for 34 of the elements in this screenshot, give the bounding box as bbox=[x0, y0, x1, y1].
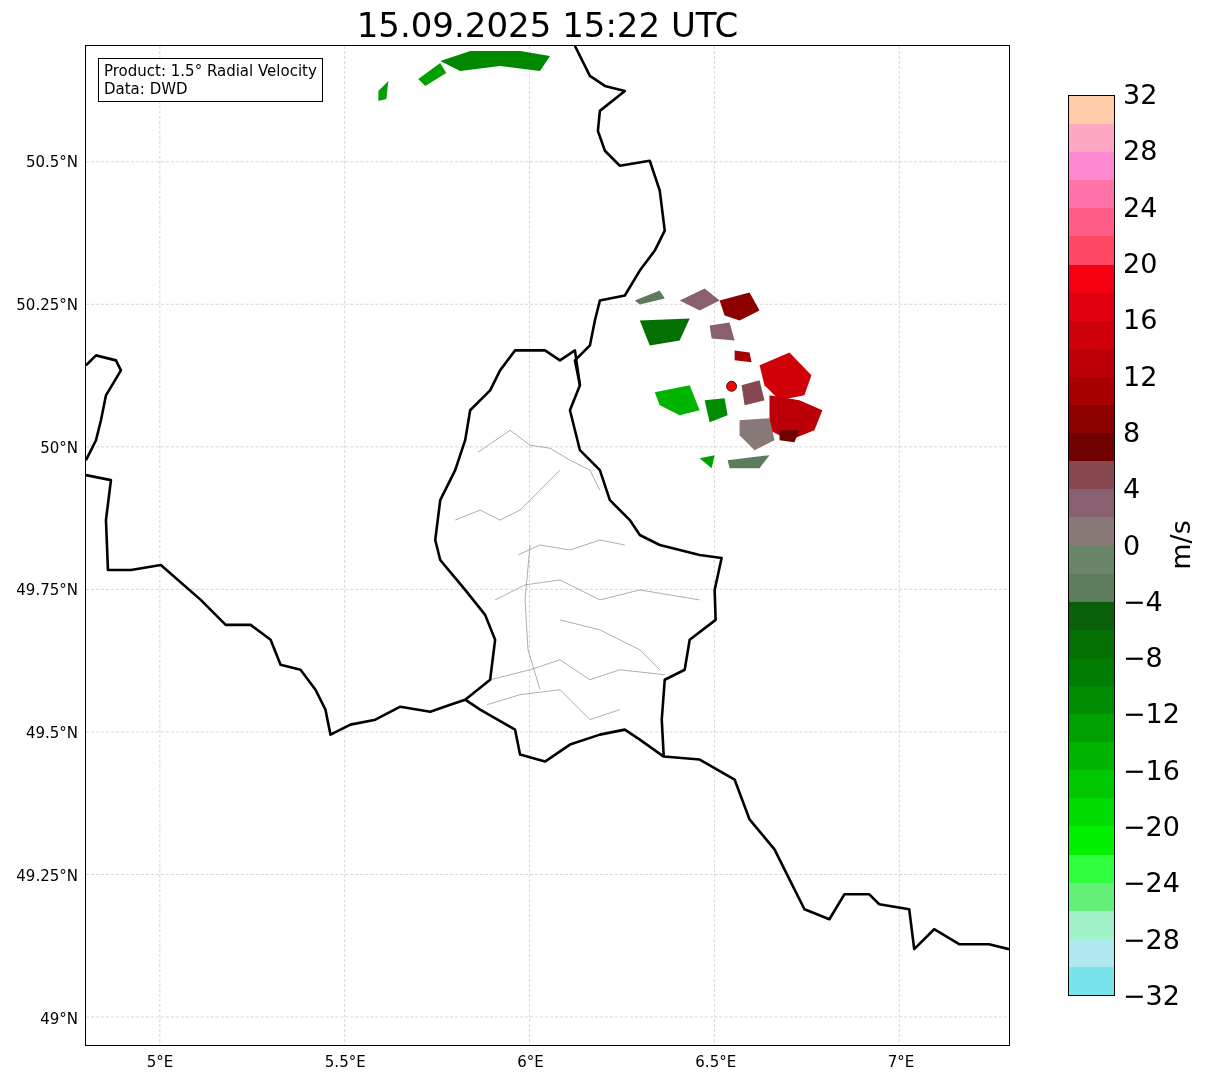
colorbar-tick-label: 20 bbox=[1123, 248, 1158, 279]
axis-tick-label: 49.25°N bbox=[16, 867, 78, 886]
axis-tick-label: 50.25°N bbox=[16, 295, 78, 314]
axis-tick-label: 5°E bbox=[146, 1053, 174, 1071]
colorbar-tick-label: 28 bbox=[1123, 136, 1158, 167]
colorbar-unit-label: m/s bbox=[1164, 520, 1196, 570]
colorbar-tick-label: 16 bbox=[1123, 305, 1158, 336]
colorbar-tick-label: −16 bbox=[1123, 755, 1180, 786]
axis-tick-label: 7°E bbox=[887, 1053, 915, 1071]
colorbar-tick-label: −8 bbox=[1123, 643, 1163, 674]
colorbar-tick-label: −12 bbox=[1123, 699, 1180, 730]
info-text: Data: DWD bbox=[104, 80, 189, 98]
axis-tick-label: 50.5°N bbox=[25, 153, 78, 171]
axis-tick-label: 49.5°N bbox=[25, 724, 78, 743]
radar-site-marker bbox=[726, 380, 737, 392]
colorbar-tick-label: −32 bbox=[1123, 981, 1180, 1011]
colorbar-tick-label: −4 bbox=[1123, 586, 1163, 617]
colorbar-tick-label: 4 bbox=[1123, 474, 1141, 505]
axis-tick-label: 50°N bbox=[40, 438, 78, 457]
colorbar-tick-label: −28 bbox=[1123, 924, 1180, 955]
colorbar-tick-label: −24 bbox=[1123, 868, 1180, 899]
axis-tick-label: 49.75°N bbox=[16, 581, 78, 600]
plot-title: 15.09.2025 15:22 UTC bbox=[355, 4, 740, 45]
colorbar-tick-label: −20 bbox=[1123, 812, 1180, 843]
axis-tick-label: 5.5°E bbox=[324, 1053, 366, 1071]
axis-tick-label: 6.5°E bbox=[695, 1053, 737, 1071]
colorbar-tick-label: 12 bbox=[1123, 361, 1158, 392]
colorbar-tick-label: 32 bbox=[1123, 80, 1158, 110]
colorbar-tick-label: 0 bbox=[1123, 530, 1141, 561]
info-text: Product: 1.5° Radial Velocity bbox=[104, 62, 317, 80]
axis-tick-label: 49°N bbox=[40, 1009, 78, 1028]
colorbar-tick-label: 8 bbox=[1123, 417, 1141, 448]
axis-tick-label: 6°E bbox=[517, 1053, 544, 1071]
colorbar-tick-label: 24 bbox=[1123, 192, 1158, 223]
